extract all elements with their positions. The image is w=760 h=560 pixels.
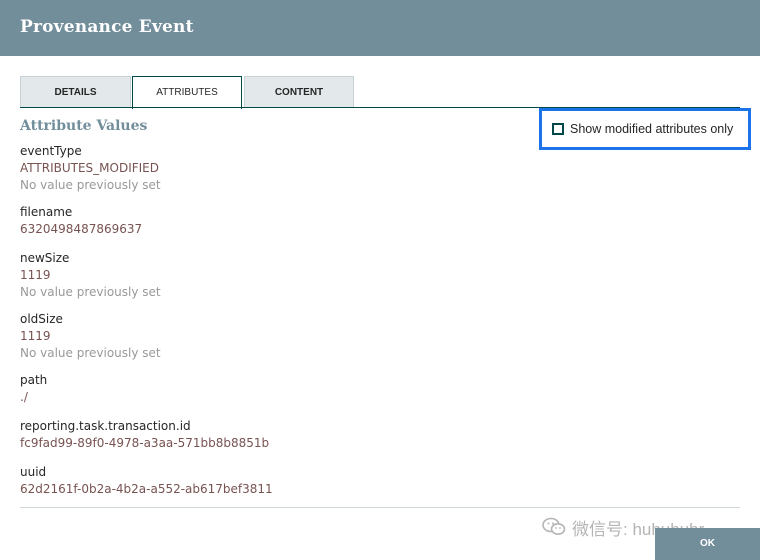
show-modified-toggle[interactable]: Show modified attributes only (539, 108, 751, 150)
attribute-row: path ./ (20, 372, 47, 406)
dialog-title: Provenance Event (20, 17, 194, 37)
attribute-value: ./ (20, 390, 28, 404)
attribute-name: path (20, 373, 48, 387)
attribute-name: oldSize (20, 312, 63, 326)
attribute-row: reporting.task.transaction.id fc9fad99-8… (20, 418, 269, 452)
attribute-name: newSize (20, 251, 70, 265)
ok-button[interactable]: OK (655, 528, 760, 560)
attribute-row: uuid 62d2161f-0b2a-4b2a-a552-ab617bef381… (20, 464, 273, 498)
attribute-previous-value: No value previously set (20, 178, 161, 192)
attribute-row: oldSize 1119 No value previously set (20, 311, 161, 362)
attribute-name: reporting.task.transaction.id (20, 419, 191, 433)
attribute-row: newSize 1119 No value previously set (20, 250, 161, 301)
tab-attributes[interactable]: ATTRIBUTES (132, 76, 242, 109)
attribute-row: filename 6320498487869637 (20, 204, 142, 238)
tab-content[interactable]: CONTENT (244, 76, 354, 108)
show-modified-checkbox[interactable] (552, 123, 564, 135)
attribute-row: eventType ATTRIBUTES_MODIFIED No value p… (20, 143, 161, 194)
attribute-value: 6320498487869637 (20, 222, 143, 236)
attribute-name: eventType (20, 144, 82, 158)
attribute-value: 62d2161f-0b2a-4b2a-a552-ab617bef3811 (20, 482, 273, 496)
dialog-header: Provenance Event (0, 0, 760, 56)
footer-divider (20, 507, 740, 508)
attribute-value: 1119 (20, 329, 51, 343)
attribute-previous-value: No value previously set (20, 346, 161, 360)
tab-details[interactable]: DETAILS (20, 76, 131, 108)
attribute-name: filename (20, 205, 73, 219)
section-title: Attribute Values (20, 118, 148, 134)
attribute-value: ATTRIBUTES_MODIFIED (20, 161, 159, 175)
show-modified-label: Show modified attributes only (570, 122, 734, 136)
attribute-value: 1119 (20, 268, 51, 282)
attribute-name: uuid (20, 465, 47, 479)
attribute-previous-value: No value previously set (20, 285, 161, 299)
attribute-value: fc9fad99-89f0-4978-a3aa-571bb8b8851b (20, 436, 270, 450)
wechat-icon (542, 517, 566, 537)
